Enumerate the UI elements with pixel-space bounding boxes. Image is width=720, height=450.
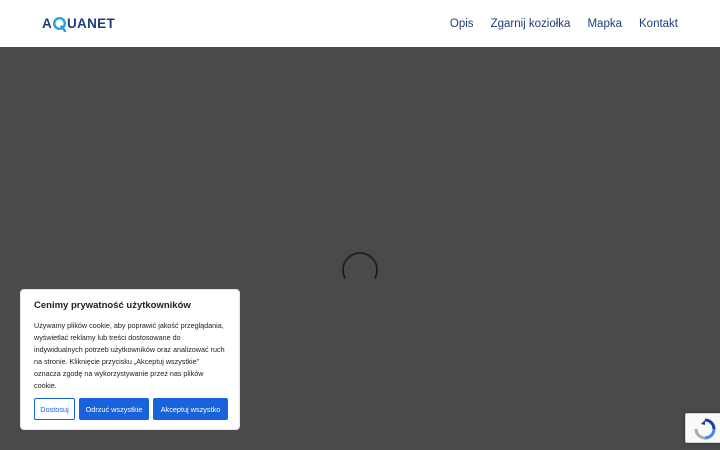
- cookie-banner-text: Używamy plików cookie, aby poprawić jako…: [34, 321, 225, 390]
- cookie-banner-actions: Dostosuj Odrzuć wszystkie Akceptuj wszys…: [34, 398, 228, 420]
- main-nav: Opis Zgarnij koziołka Mapka Kontakt: [450, 0, 678, 47]
- svg-text:UANET: UANET: [67, 16, 115, 31]
- cookie-consent-banner: Cenimy prywatność użytkowników Używamy p…: [20, 289, 240, 430]
- cookie-banner-title: Cenimy prywatność użytkowników: [34, 300, 191, 311]
- recaptcha-icon: [694, 418, 716, 440]
- loading-spinner-icon: [342, 252, 378, 279]
- accept-all-cookies-button[interactable]: Akceptuj wszystko: [153, 398, 228, 420]
- site-header: A UANET Opis Zgarnij koziołka Mapka Kont…: [0, 0, 720, 47]
- nav-item-zgarnij-koziolka[interactable]: Zgarnij koziołka: [491, 18, 571, 30]
- customize-cookies-button[interactable]: Dostosuj: [34, 398, 75, 420]
- aquanet-logo[interactable]: A UANET: [42, 13, 132, 33]
- recaptcha-badge[interactable]: [685, 413, 720, 443]
- svg-text:A: A: [42, 16, 52, 31]
- reject-all-cookies-button[interactable]: Odrzuć wszystkie: [79, 398, 149, 420]
- nav-item-opis[interactable]: Opis: [450, 18, 474, 30]
- nav-item-kontakt[interactable]: Kontakt: [639, 18, 678, 30]
- nav-item-mapka[interactable]: Mapka: [587, 18, 622, 30]
